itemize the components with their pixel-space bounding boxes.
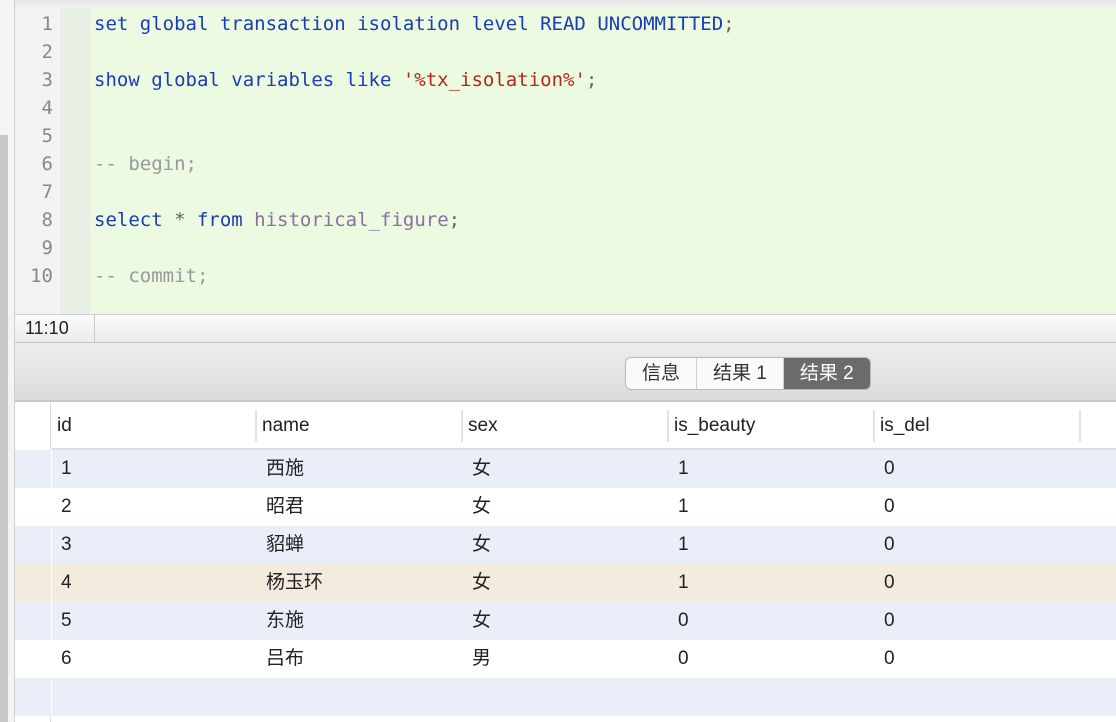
cell-is_beauty[interactable]: 1 [669, 526, 689, 564]
tab-result-2[interactable]: 结果 2 [783, 358, 870, 389]
code-token: '%tx_isolation%' [402, 69, 586, 91]
column-header-id[interactable]: id [52, 410, 257, 442]
cell-name[interactable]: 西施 [257, 450, 304, 488]
cursor-position: 11:10 [15, 315, 95, 343]
table-row[interactable]: 1 西施 女 1 0 [52, 450, 1116, 488]
cell-is_beauty[interactable]: 0 [669, 640, 689, 678]
row-header[interactable] [15, 488, 51, 526]
cell-is_beauty[interactable]: 1 [669, 488, 689, 526]
fold-gutter [60, 8, 90, 314]
code-token: ; [723, 13, 735, 35]
cell-sex[interactable]: 女 [463, 602, 491, 640]
cell-id[interactable]: 5 [52, 602, 72, 640]
code-token: select [94, 209, 175, 231]
code-token: from [196, 209, 255, 231]
result-grid: id name sex is_beauty is_del 1 西施女 1 0 2 昭君女 1 0 3 貂蝉… [52, 402, 1116, 722]
cell-sex[interactable]: 女 [463, 526, 491, 564]
scrollbar[interactable] [0, 135, 8, 722]
code-line[interactable]: select * from historical_figure; [94, 206, 460, 234]
cell-id[interactable]: 6 [52, 640, 72, 678]
grid-header: id name sex is_beauty is_del [52, 402, 1116, 450]
row-header[interactable] [15, 602, 51, 640]
cell-is_beauty[interactable]: 1 [669, 564, 689, 602]
results-toolbar: 信息 结果 1 结果 2 [15, 343, 1116, 402]
column-header-is_del[interactable]: is_del [875, 410, 1081, 442]
cell-name[interactable]: 东施 [257, 602, 304, 640]
table-row[interactable]: 3 貂蝉 女 1 0 [52, 526, 1116, 564]
column-header-is_beauty[interactable]: is_beauty [669, 410, 875, 442]
line-number: 8 [41, 209, 53, 231]
code-token: -- begin; [94, 153, 197, 175]
cell-is_del[interactable]: 0 [875, 564, 895, 602]
cell-is_del[interactable]: 0 [875, 488, 895, 526]
cell-name[interactable]: 吕布 [257, 640, 304, 678]
tab-result-0[interactable]: 信息 [626, 358, 698, 389]
left-panel-edge [0, 0, 15, 722]
code-token: * [174, 209, 197, 231]
row-header[interactable] [15, 640, 51, 678]
table-row[interactable]: 4 杨玉环 女 1 0 [52, 564, 1116, 602]
code-token: -- commit; [94, 265, 209, 287]
cell-id[interactable]: 1 [52, 450, 72, 488]
cell-name[interactable]: 貂蝉 [257, 526, 304, 564]
status-bar: 11:10 [15, 314, 1116, 343]
cell-is_del[interactable]: 0 [875, 602, 895, 640]
row-header[interactable] [15, 564, 51, 602]
sql-editor[interactable]: 1 set global transaction isolation level … [15, 8, 1116, 314]
line-number: 10 [30, 265, 53, 287]
code-token: historical_figure [254, 209, 449, 231]
column-header-name[interactable]: name [257, 410, 463, 442]
table-row[interactable]: 5 东施 女 0 0 [52, 602, 1116, 640]
line-number: 4 [41, 97, 53, 119]
cell-sex[interactable]: 男 [463, 640, 491, 678]
code-line[interactable]: -- commit; [94, 262, 208, 290]
code-token: show global variables like [94, 69, 403, 91]
column-header-sex[interactable]: sex [463, 410, 669, 442]
line-number: 3 [41, 69, 53, 91]
cell-name[interactable]: 昭君 [257, 488, 304, 526]
line-number: 7 [41, 181, 53, 203]
code-token: ; [448, 209, 461, 231]
cell-is_del[interactable]: 0 [875, 450, 895, 488]
row-header[interactable] [15, 450, 51, 488]
line-number: 5 [41, 125, 53, 147]
cell-id[interactable]: 4 [52, 564, 72, 602]
cell-sex[interactable]: 女 [463, 450, 491, 488]
row-header[interactable] [15, 526, 51, 564]
table-row[interactable]: 6 吕布 男 0 0 [52, 640, 1116, 678]
code-line[interactable]: set global transaction isolation level R… [94, 10, 735, 38]
row-header[interactable] [15, 678, 51, 716]
cell-sex[interactable]: 女 [463, 564, 491, 602]
line-number: 1 [41, 13, 53, 35]
line-number: 2 [41, 41, 53, 63]
cell-is_beauty[interactable]: 1 [669, 450, 689, 488]
cell-is_del[interactable]: 0 [875, 526, 895, 564]
code-token: set global transaction isolation level R… [94, 13, 724, 35]
table-row[interactable] [52, 678, 1116, 716]
tab-result-1[interactable]: 结果 1 [697, 358, 784, 389]
code-line[interactable]: -- begin; [94, 150, 197, 178]
code-token: ; [585, 69, 598, 91]
line-number: 6 [41, 153, 53, 175]
editor-top-border [15, 0, 1116, 8]
cell-is_beauty[interactable]: 0 [669, 602, 689, 640]
cell-sex[interactable]: 女 [463, 488, 491, 526]
cell-id[interactable]: 2 [52, 488, 72, 526]
result-tabs: 信息 结果 1 结果 2 [625, 357, 871, 390]
cell-name[interactable]: 杨玉环 [257, 564, 323, 602]
code-line[interactable]: show global variables like '%tx_isolatio… [94, 66, 597, 94]
row-header-gutter [15, 402, 51, 722]
table-row[interactable]: 2 昭君 女 1 0 [52, 488, 1116, 526]
cell-id[interactable]: 3 [52, 526, 72, 564]
line-number: 9 [41, 237, 53, 259]
cell-is_del[interactable]: 0 [875, 640, 895, 678]
